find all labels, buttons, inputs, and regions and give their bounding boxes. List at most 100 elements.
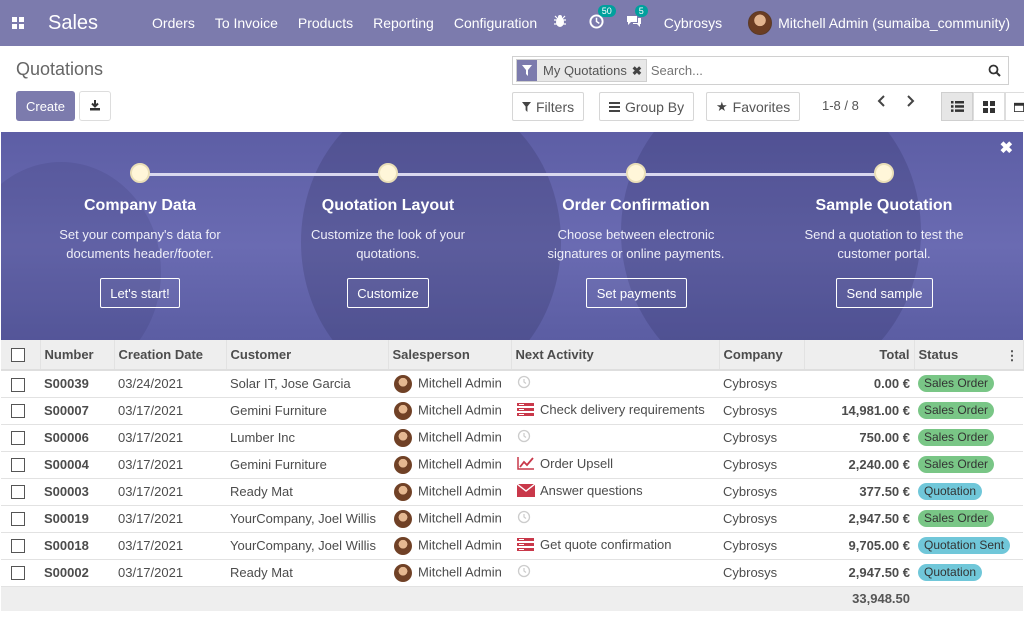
table-row[interactable]: S00006 03/17/2021 Lumber Inc Mitchell Admin… xyxy=(1,424,1023,452)
clock-icon[interactable] xyxy=(517,510,535,527)
col-total[interactable]: Total xyxy=(804,340,915,371)
row-checkbox[interactable] xyxy=(11,458,25,473)
download-button[interactable] xyxy=(79,91,111,121)
table-row[interactable]: S00002 03/17/2021 Ready Mat Mitchell Admin C… xyxy=(1,559,1023,587)
filters-button[interactable]: Filters xyxy=(512,92,585,121)
search-facet[interactable]: My Quotations ✖ xyxy=(516,59,647,82)
col-next-activity[interactable]: Next Activity xyxy=(511,340,720,371)
download-icon xyxy=(89,99,101,114)
company-switcher[interactable]: Cybrosys xyxy=(664,15,722,31)
kanban-view-icon[interactable] xyxy=(973,92,1005,121)
pager-value[interactable]: 1-8 / 8 xyxy=(822,98,859,113)
row-checkbox[interactable] xyxy=(11,512,25,527)
group-by-button[interactable]: Group By xyxy=(599,92,695,121)
row-select-cell[interactable] xyxy=(1,478,40,506)
row-select-cell[interactable] xyxy=(1,370,40,398)
next-activity-cell[interactable]: Get quote confirmation xyxy=(511,532,719,560)
row-select-cell[interactable] xyxy=(1,451,40,479)
col-status-label: Status xyxy=(918,347,959,362)
menu-configuration[interactable]: Configuration xyxy=(454,15,537,31)
app-brand[interactable]: Sales xyxy=(48,12,98,35)
calendar-view-icon[interactable] xyxy=(1005,92,1024,121)
order-total: 377.50 € xyxy=(804,478,914,506)
row-checkbox[interactable] xyxy=(11,539,25,554)
table-header-row: Number Creation Date Customer Salesperso… xyxy=(1,340,1024,371)
clock-icon[interactable] xyxy=(517,564,535,581)
activity-clock-icon[interactable]: 50 xyxy=(589,4,616,33)
pager-previous-icon[interactable] xyxy=(877,94,887,113)
row-checkbox[interactable] xyxy=(11,485,25,500)
next-activity-cell[interactable] xyxy=(511,505,719,533)
row-select-cell[interactable] xyxy=(1,532,40,560)
row-checkbox[interactable] xyxy=(11,566,25,581)
favorites-button[interactable]: ★ Favorites xyxy=(706,92,801,121)
clock-icon[interactable] xyxy=(517,429,535,446)
row-select-cell[interactable] xyxy=(1,424,40,452)
step-description: Send a quotation to test the customer po… xyxy=(804,227,964,261)
create-button[interactable]: Create xyxy=(16,91,75,121)
tasks-icon[interactable] xyxy=(517,537,535,554)
next-activity-cell[interactable]: Answer questions xyxy=(511,478,719,506)
filters-label: Filters xyxy=(536,98,575,115)
menu-reporting[interactable]: Reporting xyxy=(373,15,434,31)
next-activity-cell[interactable]: Check delivery requirements xyxy=(511,397,719,425)
apps-menu-icon[interactable] xyxy=(0,0,36,46)
facet-remove-icon[interactable]: ✖ xyxy=(632,64,642,78)
next-activity-cell[interactable]: Order Upsell xyxy=(511,451,719,479)
table-row[interactable]: S00039 03/24/2021 Solar IT, Jose Garcia Mit… xyxy=(1,370,1023,398)
row-select-cell[interactable] xyxy=(1,505,40,533)
salesperson-avatar xyxy=(394,374,412,393)
company-name: Cybrosys xyxy=(719,505,804,533)
col-salesperson[interactable]: Salesperson xyxy=(388,340,512,371)
user-menu[interactable]: Mitchell Admin (sumaiba_community) xyxy=(778,15,1010,31)
set-payments-button[interactable]: Set payments xyxy=(586,278,687,308)
order-number: S00006 xyxy=(40,424,114,452)
search-input[interactable] xyxy=(650,60,980,81)
table-row[interactable]: S00003 03/17/2021 Ready Mat Mitchell Admin A… xyxy=(1,478,1023,506)
company-name: Cybrosys xyxy=(719,397,804,425)
row-checkbox[interactable] xyxy=(11,404,25,419)
chart-line-icon[interactable] xyxy=(517,456,535,473)
user-avatar[interactable] xyxy=(748,11,773,35)
table-row[interactable]: S00004 03/17/2021 Gemini Furniture Mitchell… xyxy=(1,451,1023,479)
row-checkbox[interactable] xyxy=(11,377,25,392)
table-row[interactable]: S00007 03/17/2021 Gemini Furniture Mitchell… xyxy=(1,397,1023,425)
search-icon[interactable] xyxy=(980,64,1008,77)
row-select-cell[interactable] xyxy=(1,559,40,587)
col-number[interactable]: Number xyxy=(40,340,115,371)
order-total: 2,947.50 € xyxy=(804,505,914,533)
clock-icon[interactable] xyxy=(517,375,535,392)
tasks-icon[interactable] xyxy=(517,402,535,419)
bug-icon[interactable] xyxy=(553,14,567,32)
messages-icon[interactable]: 5 xyxy=(626,5,648,32)
envelope-icon[interactable] xyxy=(516,483,536,500)
select-all-cell[interactable] xyxy=(1,340,41,371)
col-creation-date[interactable]: Creation Date xyxy=(114,340,227,371)
col-company[interactable]: Company xyxy=(719,340,805,371)
customize-button[interactable]: Customize xyxy=(347,278,429,308)
table-row[interactable]: S00018 03/17/2021 YourCompany, Joel Willis… xyxy=(1,532,1023,560)
next-activity-cell[interactable] xyxy=(511,370,719,398)
status-badge: Sales Order xyxy=(918,456,995,473)
star-icon: ★ xyxy=(716,98,728,114)
salesperson-name: Mitchell Admin xyxy=(418,428,502,444)
pager-next-icon[interactable] xyxy=(905,94,915,113)
row-checkbox[interactable] xyxy=(11,431,25,446)
next-activity-cell[interactable] xyxy=(511,424,719,452)
lets-start-button[interactable]: Let's start! xyxy=(100,278,180,308)
optional-columns-icon[interactable]: ⋮ xyxy=(1006,348,1019,364)
row-select-cell[interactable] xyxy=(1,397,40,425)
order-number: S00007 xyxy=(40,397,114,425)
next-activity-cell[interactable] xyxy=(511,559,719,587)
col-customer[interactable]: Customer xyxy=(226,340,389,371)
menu-products[interactable]: Products xyxy=(298,15,353,31)
menu-to-invoice[interactable]: To Invoice xyxy=(215,15,278,31)
salesperson-name: Mitchell Admin xyxy=(418,455,502,471)
send-sample-button[interactable]: Send sample xyxy=(836,278,933,308)
select-all-checkbox[interactable] xyxy=(11,348,25,363)
col-status[interactable]: Status ⋮ xyxy=(914,340,1024,371)
close-icon[interactable]: ✖ xyxy=(1000,138,1013,158)
list-view-icon[interactable] xyxy=(941,92,973,121)
menu-orders[interactable]: Orders xyxy=(152,15,195,31)
table-row[interactable]: S00019 03/17/2021 YourCompany, Joel Willis… xyxy=(1,505,1023,533)
